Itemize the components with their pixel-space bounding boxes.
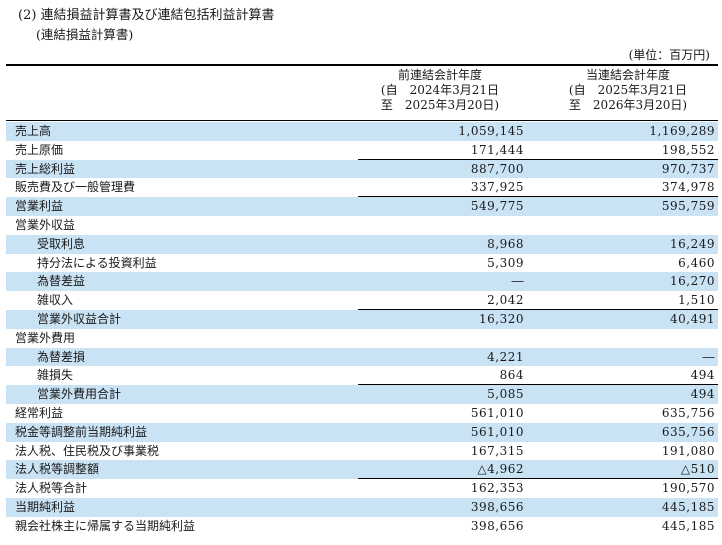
table-row: 売上原価 171,444 198,552 [6, 141, 718, 160]
row-label: 当期純利益 [15, 499, 76, 514]
current-year-value: 970,737 [661, 161, 715, 176]
table-row: 雑損失 864 494 [6, 366, 718, 386]
table-row: 販売費及び一般管理費 337,925 374,978 [6, 178, 718, 198]
prior-year-value: 1,059,145 [458, 124, 524, 138]
financial-statement-page: (2) 連結損益計算書及び連結包括利益計算書 (連結損益計算書) (単位：百万円… [0, 0, 722, 545]
current-year-value: 494 [690, 387, 715, 402]
current-year-value: 494 [690, 368, 715, 383]
table-row: 売上高 1,059,145 1,169,289 [6, 122, 718, 141]
column-header-period-end: 至 2025年3月20日) [380, 98, 500, 112]
table-row: 当期純利益 398,656 445,185 [6, 497, 718, 517]
prior-year-value: 561,010 [470, 405, 524, 420]
unit-label: (単位：百万円) [628, 48, 710, 62]
prior-year-value: 4,221 [487, 349, 524, 364]
current-year-value: 445,185 [661, 499, 715, 514]
row-label: 営業外収益 [15, 217, 76, 232]
table-row: 受取利息 8,968 16,249 [6, 234, 718, 254]
table-row: 持分法による投資利益 5,309 6,460 [6, 254, 718, 273]
prior-year-value: 864 [499, 368, 524, 383]
current-year-value: 190,570 [661, 481, 715, 496]
header-bottom-rule [6, 120, 718, 121]
statement-subtitle: (連結損益計算書) [36, 27, 134, 42]
table-row: 経常利益 561,010 635,756 [6, 404, 718, 423]
table-row: 親会社株主に帰属する当期純利益 398,656 445,185 [6, 517, 718, 536]
row-label: 営業利益 [15, 199, 64, 214]
current-year-value: 198,552 [661, 142, 715, 157]
column-header-period-start: (自 2025年3月21日 [568, 83, 688, 97]
table-row: 営業利益 549,775 595,759 [6, 197, 718, 216]
row-label: 売上原価 [15, 142, 64, 157]
prior-year-value: ― [511, 274, 524, 289]
column-header-current-year: 当連結会計年度 (自 2025年3月21日 至 2026年3月20日) [528, 68, 722, 113]
prior-year-value: 561,010 [470, 424, 524, 439]
row-label: 経常利益 [15, 405, 64, 420]
row-label: 法人税、住民税及び事業税 [15, 443, 160, 458]
prior-year-value: 398,656 [470, 499, 524, 514]
row-label: 法人税等合計 [15, 481, 88, 496]
row-label: 販売費及び一般管理費 [15, 180, 136, 195]
table-row: 税金等調整前当期純利益 561,010 635,756 [6, 422, 718, 442]
prior-year-value: 162,353 [470, 481, 524, 496]
column-header-title: 当連結会計年度 [585, 68, 670, 82]
row-label: 雑収入 [37, 293, 74, 308]
current-year-value: 191,080 [661, 443, 715, 458]
row-label: 営業外費用 [15, 330, 76, 345]
column-header-period-end: 至 2026年3月20日) [568, 98, 688, 112]
table-row: 法人税等合計 162,353 190,570 [6, 479, 718, 498]
column-header-title: 前連結会計年度 [397, 68, 482, 82]
current-year-value: 6,460 [678, 255, 715, 270]
table-row: 売上総利益 887,700 970,737 [6, 159, 718, 179]
current-year-value: 1,510 [678, 293, 715, 308]
column-header-period-start: (自 2024年3月21日 [380, 83, 500, 97]
current-year-value: 1,169,289 [649, 124, 715, 138]
table-row: 法人税、住民税及び事業税 167,315 191,080 [6, 442, 718, 461]
prior-year-value: 171,444 [470, 142, 524, 157]
prior-year-value: 2,042 [487, 293, 524, 308]
table-row: 営業外費用 [6, 329, 718, 348]
section-title: (2) 連結損益計算書及び連結包括利益計算書 [18, 8, 275, 23]
current-year-value: 635,756 [661, 424, 715, 439]
row-label: 雑損失 [37, 368, 74, 383]
table-row: 為替差益 ― 16,270 [6, 272, 718, 292]
prior-year-value: 5,085 [487, 387, 524, 402]
row-label: 法人税等調整額 [15, 462, 100, 477]
table-row: 営業外収益合計 16,320 40,491 [6, 309, 718, 329]
current-year-value: 16,249 [670, 236, 715, 251]
table-row: 営業外費用合計 5,085 494 [6, 385, 718, 404]
prior-year-value: 16,320 [479, 311, 524, 326]
row-label: 営業外収益合計 [37, 311, 122, 326]
prior-year-value: 549,775 [470, 199, 524, 214]
row-label: 営業外費用合計 [37, 387, 122, 402]
prior-year-value: 337,925 [470, 180, 524, 195]
column-header-prior-year: 前連結会計年度 (自 2024年3月21日 至 2025年3月20日) [340, 68, 540, 113]
current-year-value: 445,185 [661, 518, 715, 533]
row-label: 為替差損 [37, 349, 86, 364]
current-year-value: 16,270 [670, 274, 715, 289]
current-year-value: 635,756 [661, 405, 715, 420]
row-label: 税金等調整前当期純利益 [15, 424, 148, 439]
prior-year-value: △4,962 [477, 462, 524, 477]
table-row: 雑収入 2,042 1,510 [6, 291, 718, 310]
prior-year-value: 167,315 [470, 443, 524, 458]
current-year-value: 595,759 [661, 199, 715, 214]
prior-year-value: 5,309 [487, 255, 524, 270]
current-year-value: ― [702, 349, 715, 364]
table-top-rule [6, 64, 718, 66]
current-year-value: △510 [680, 462, 715, 477]
current-year-value: 40,491 [670, 311, 715, 326]
prior-year-value: 398,656 [470, 518, 524, 533]
table-row: 為替差損 4,221 ― [6, 347, 718, 367]
prior-year-value: 887,700 [470, 161, 524, 176]
row-label: 受取利息 [37, 236, 86, 251]
table-row: 営業外収益 [6, 216, 718, 235]
row-label: 為替差益 [37, 274, 86, 289]
income-statement-table: 売上高 1,059,145 1,169,289 売上原価 171,444 198,552 売… [6, 122, 718, 536]
current-year-value: 374,978 [661, 180, 715, 195]
table-row: 法人税等調整額 △4,962 △510 [6, 460, 718, 480]
prior-year-value: 8,968 [487, 236, 524, 251]
row-label: 親会社株主に帰属する当期純利益 [15, 518, 196, 533]
row-label: 売上総利益 [15, 161, 76, 176]
row-label: 売上高 [15, 124, 52, 138]
row-label: 持分法による投資利益 [37, 255, 157, 270]
